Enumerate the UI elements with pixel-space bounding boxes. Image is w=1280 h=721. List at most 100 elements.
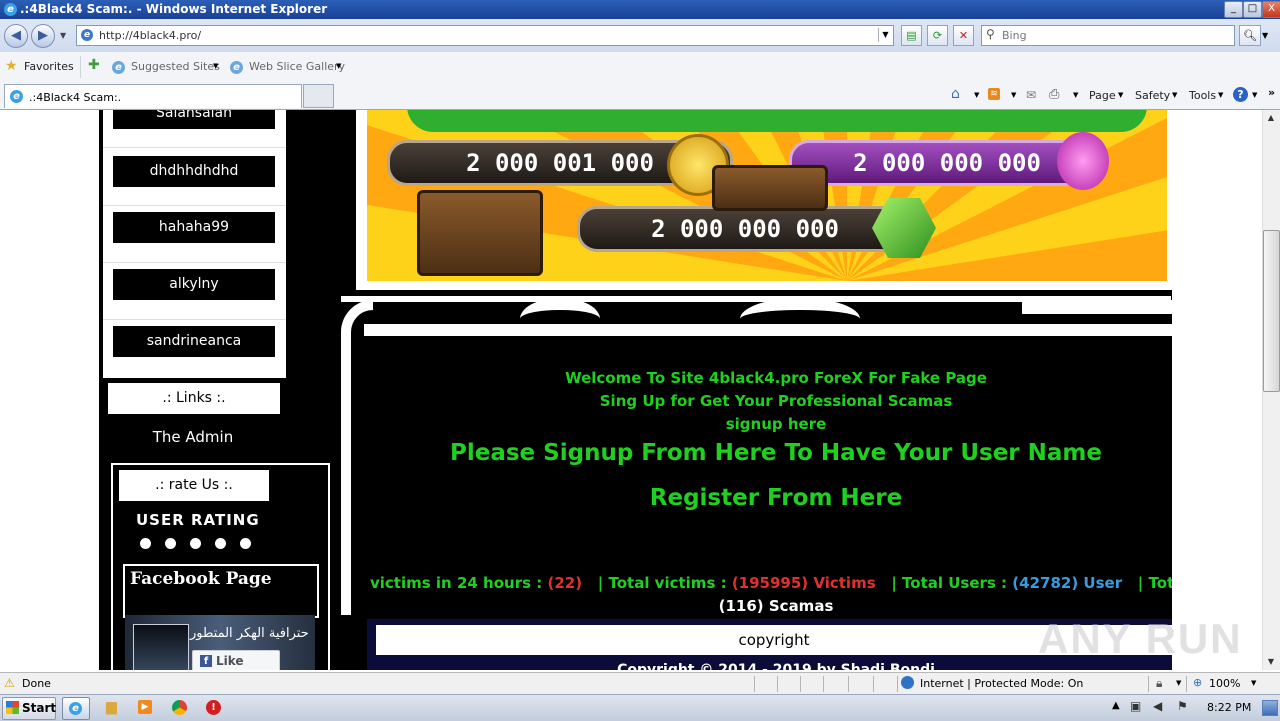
network-icon[interactable]: ▣: [1130, 699, 1141, 713]
divider: [823, 676, 824, 692]
separator: |: [597, 574, 604, 592]
chevron-down-icon[interactable]: ▼: [1073, 91, 1078, 99]
user-item[interactable]: Salahsalah: [113, 110, 275, 129]
total-users-value: (42782) User: [1012, 574, 1123, 592]
maximize-button[interactable]: □: [1243, 1, 1262, 18]
toolbar-overflow-icon[interactable]: »: [1268, 86, 1275, 99]
page-content: Salahsalah dhdhhdhdhd hahaha99 alkylny s…: [0, 110, 1262, 670]
status-text: Done: [22, 677, 51, 690]
windows-logo-icon: [6, 701, 19, 714]
rating-dot[interactable]: [165, 538, 176, 549]
web-slice-icon: e: [230, 61, 243, 74]
banner-title-shape: [407, 110, 1147, 132]
chevron-down-icon[interactable]: ▼: [1011, 91, 1016, 99]
divider: [1186, 676, 1187, 692]
facebook-page-name[interactable]: حترافية الهكر المتطور: [190, 626, 309, 641]
rating-dot[interactable]: [190, 538, 201, 549]
minimize-button[interactable]: _: [1224, 1, 1243, 18]
chevron-down-icon: ▼: [1218, 91, 1224, 99]
add-to-favorites-icon[interactable]: ✚: [88, 57, 100, 73]
copyright-line: Copyright © 2014 - 2019 by Shadi Bondi: [617, 662, 935, 670]
security-app-icon[interactable]: !: [206, 700, 221, 715]
suggested-sites-icon: e: [112, 61, 125, 74]
compatibility-view-button[interactable]: ▤: [901, 25, 922, 46]
address-bar[interactable]: e http://4black4.pro/ ▼: [76, 25, 894, 46]
search-box[interactable]: ⚲ Bing: [981, 25, 1235, 46]
rating-dot[interactable]: [140, 538, 151, 549]
taskbar-ie-window[interactable]: e: [62, 697, 90, 720]
page-menu[interactable]: Page: [1089, 89, 1116, 102]
new-tab-button[interactable]: [303, 84, 334, 108]
tools-menu[interactable]: Tools: [1189, 89, 1216, 102]
recent-pages-dropdown-icon[interactable]: ▼: [60, 31, 66, 40]
stats-line: victims in 24 hours : (22) | Total victi…: [370, 574, 1172, 592]
chrome-icon[interactable]: [172, 700, 187, 715]
window-title: .:4Black4 Scam:. - Windows Internet Expl…: [20, 2, 328, 16]
facebook-profile-image[interactable]: [133, 624, 189, 670]
help-icon[interactable]: ?: [1233, 87, 1248, 102]
start-button[interactable]: Start: [2, 697, 56, 720]
scrollbar-thumb[interactable]: [1263, 230, 1280, 392]
user-item[interactable]: hahaha99: [113, 212, 275, 243]
tab-active[interactable]: e .:4Black4 Scam:.: [4, 84, 302, 108]
print-icon[interactable]: ⎙: [1049, 87, 1059, 102]
chevron-down-icon[interactable]: ▼: [213, 62, 218, 70]
explorer-folder-icon[interactable]: ▆: [106, 699, 117, 715]
media-player-icon[interactable]: ▶: [138, 700, 152, 714]
action-center-flag-icon[interactable]: ⚑: [1177, 699, 1188, 713]
user-item[interactable]: alkylny: [113, 269, 275, 300]
refresh-button[interactable]: ⟳: [927, 25, 948, 46]
safety-menu[interactable]: Safety: [1135, 89, 1170, 102]
zoom-icon[interactable]: ⊕: [1193, 676, 1202, 689]
treasure-chest-image: [712, 165, 828, 211]
home-icon[interactable]: ⌂: [951, 86, 960, 102]
user-item[interactable]: dhdhhdhdhd: [113, 156, 275, 187]
clock[interactable]: 8:22 PM: [1207, 701, 1251, 714]
register-link[interactable]: Register From Here: [364, 485, 1188, 511]
signup-here-link[interactable]: signup here: [364, 415, 1188, 433]
rating-dot[interactable]: [215, 538, 226, 549]
search-placeholder[interactable]: Bing: [1002, 29, 1027, 42]
back-button[interactable]: ◀: [4, 24, 28, 48]
zoom-level[interactable]: 100%: [1209, 677, 1240, 690]
divider: [103, 205, 286, 206]
bing-search-icon: ⚲: [986, 27, 995, 41]
show-desktop-button[interactable]: [1262, 700, 1278, 716]
separator: |: [1137, 574, 1144, 592]
stop-button[interactable]: ✕: [953, 25, 974, 46]
rating-dot[interactable]: [240, 538, 251, 549]
chevron-down-icon[interactable]: ▼: [1252, 91, 1257, 99]
read-mail-icon[interactable]: ✉: [1026, 88, 1036, 102]
scroll-up-arrow[interactable]: ▲: [1263, 111, 1279, 125]
chevron-down-icon: ▼: [1172, 91, 1178, 99]
rss-feeds-icon[interactable]: ≋: [988, 88, 1000, 100]
facebook-like-button[interactable]: f Like Page: [192, 650, 280, 670]
user-item[interactable]: sandrineanca: [113, 326, 275, 357]
web-slice-gallery-link[interactable]: Web Slice Gallery: [249, 60, 345, 73]
volume-icon[interactable]: ◀: [1153, 699, 1162, 713]
please-signup-heading: Please Signup From Here To Have Your Use…: [450, 440, 1102, 466]
close-window-button[interactable]: X: [1262, 1, 1280, 18]
total-users-label: Total Users :: [902, 574, 1008, 592]
warning-icon: ⚠: [4, 676, 15, 690]
navigation-bar: ◀ ▶ ▼ e http://4black4.pro/ ▼ ▤ ⟳ ✕ ⚲ Bi…: [0, 19, 1280, 52]
chevron-down-icon[interactable]: ▼: [1251, 679, 1256, 687]
chevron-down-icon[interactable]: ▼: [336, 62, 341, 70]
search-button[interactable]: 🔍︎: [1239, 25, 1261, 46]
divider: [364, 324, 1172, 336]
search-options-dropdown-icon[interactable]: ▼: [1262, 31, 1268, 40]
address-dropdown-icon[interactable]: ▼: [878, 28, 892, 42]
admin-link[interactable]: The Admin: [103, 428, 283, 446]
forward-button[interactable]: ▶: [31, 24, 55, 48]
protected-mode-lock-icon[interactable]: 🔒︎: [1156, 676, 1162, 691]
favorites-button[interactable]: Favorites: [24, 60, 74, 73]
suggested-sites-link[interactable]: Suggested Sites: [131, 60, 220, 73]
address-text[interactable]: http://4black4.pro/: [99, 29, 201, 42]
chevron-down-icon[interactable]: ▼: [974, 91, 979, 99]
chevron-down-icon[interactable]: ▼: [1176, 679, 1181, 687]
game-banner-image[interactable]: 2 000 001 000 2 000 000 000 2 000 000 00…: [367, 110, 1167, 281]
scroll-down-arrow[interactable]: ▼: [1263, 655, 1279, 669]
total-scam-label: Total Scam: [1148, 574, 1173, 592]
show-hidden-icons-arrow[interactable]: ▲: [1112, 700, 1120, 711]
welcome-line: Welcome To Site 4black4.pro ForeX For Fa…: [565, 369, 987, 387]
